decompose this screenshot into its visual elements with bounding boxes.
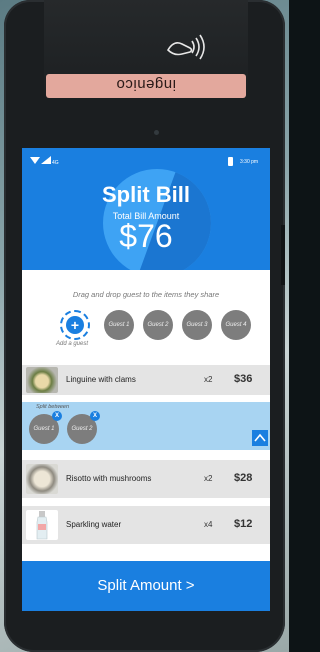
split-amount-button[interactable]: Split Amount > xyxy=(22,561,270,611)
page-title: Split Bill xyxy=(102,182,190,207)
item-price: $12 xyxy=(234,518,253,530)
dish-image xyxy=(26,367,58,393)
payment-terminal: ingenico 4G 3:30 pm Split Bill Total Bil… xyxy=(4,0,285,652)
plus-icon: + xyxy=(66,316,84,334)
guest-chip[interactable]: Guest 2 xyxy=(143,310,173,340)
side-button xyxy=(281,225,285,285)
guest-chip[interactable]: Guest 4 xyxy=(221,310,251,340)
item-row[interactable]: Linguine with clams x2 $36 xyxy=(22,365,270,395)
add-guest-button[interactable]: + xyxy=(60,310,90,340)
split-panel: Split between Guest 1 X Guest 2 X xyxy=(22,402,270,450)
remove-guest-button[interactable]: X xyxy=(90,411,100,421)
item-qty: x2 xyxy=(204,474,213,483)
collapse-button[interactable] xyxy=(252,430,268,446)
split-label: Split between xyxy=(36,404,70,410)
remove-guest-button[interactable]: X xyxy=(52,411,62,421)
guest-chip[interactable]: Guest 3 xyxy=(182,310,212,340)
chevron-up-icon xyxy=(254,433,266,442)
brand-logo: ingenico xyxy=(116,76,176,93)
item-name: Risotto with mushrooms xyxy=(66,474,152,483)
item-name: Linguine with clams xyxy=(66,375,136,384)
paper-slot: ingenico xyxy=(46,74,246,98)
item-qty: x2 xyxy=(204,375,213,384)
signal-icon xyxy=(41,156,51,166)
item-name: Sparkling water xyxy=(66,520,122,529)
total-amount: $76 xyxy=(119,218,173,254)
dish-image xyxy=(26,464,58,494)
bottle-image xyxy=(26,510,58,540)
status-bar: 4G 3:30 pm xyxy=(22,156,270,170)
add-guest-label: Add a guest xyxy=(56,341,89,347)
wifi-icon xyxy=(30,156,40,166)
bottle-icon xyxy=(36,511,48,540)
item-price: $36 xyxy=(234,373,253,385)
item-price: $28 xyxy=(234,472,253,484)
guest-chip[interactable]: Guest 1 xyxy=(104,310,134,340)
clock: 3:30 pm xyxy=(240,159,259,165)
screen: 4G 3:30 pm Split Bill Total Bill Amount … xyxy=(22,148,270,611)
contactless-icon xyxy=(154,32,218,62)
instructions-text: Drag and drop guest to the items they sh… xyxy=(72,290,220,299)
battery-icon xyxy=(228,157,233,166)
camera-icon xyxy=(154,130,159,135)
header-banner: 4G 3:30 pm Split Bill Total Bill Amount … xyxy=(22,148,270,270)
item-row[interactable]: Sparkling water x4 $12 xyxy=(22,506,270,544)
bottom-bezel xyxy=(22,611,270,645)
item-row[interactable]: Risotto with mushrooms x2 $28 xyxy=(22,460,270,498)
item-qty: x4 xyxy=(204,520,213,529)
network-type: 4G xyxy=(52,160,59,166)
